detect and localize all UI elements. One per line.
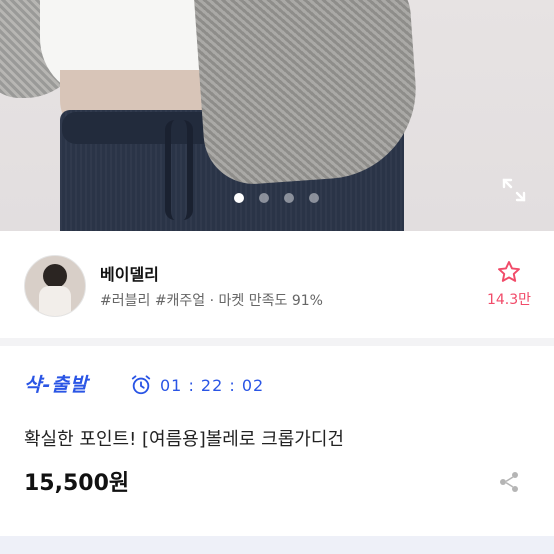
expand-icon[interactable] [500,176,528,204]
seller-avatar[interactable] [24,255,86,317]
product-title: 확실한 포인트! [여름용]볼레로 크롭가디건 [24,429,344,450]
seller-tags: #러블리 #캐주얼 · 마켓 만족도 91% [100,293,323,309]
star-outline-icon [498,261,520,282]
favorite-count: 14.3만 [486,292,532,308]
alarm-clock-icon [131,375,151,395]
seller-name[interactable]: 베이델리 [100,261,159,285]
pager-dot-active[interactable] [234,193,244,203]
avatar-hair [43,264,67,288]
shop-badge: 샥-출발 [24,374,89,396]
countdown-timer: 01 : 22 : 02 [130,373,264,397]
product-photo-drawstring [165,120,193,220]
share-icon[interactable] [497,470,521,494]
section-divider [0,338,554,346]
pager-dot[interactable] [284,193,294,203]
image-pager-dots[interactable] [234,193,319,203]
seller-section: 베이델리 #러블리 #캐주얼 · 마켓 만족도 91% 14.3만 [0,231,554,338]
favorite-button[interactable]: 14.3만 [485,259,533,309]
pager-dot[interactable] [259,193,269,203]
avatar-body [39,286,71,316]
timer-text: 01 : 22 : 02 [160,375,265,395]
product-image[interactable] [0,0,554,231]
pager-dot[interactable] [309,193,319,203]
bottom-strip [0,536,554,554]
product-price: 15,500원 [24,471,130,496]
